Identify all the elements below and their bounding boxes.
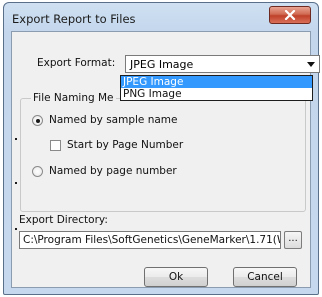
named-by-sample-radio[interactable]: [32, 115, 43, 126]
file-naming-legend: File Naming Me: [31, 92, 116, 104]
export-format-label: Export Format:: [37, 57, 116, 69]
export-format-value: JPEG Image: [130, 58, 194, 71]
named-by-page-label: Named by page number: [49, 165, 177, 177]
export-directory-value: C:\Program Files\SoftGenetics\GeneMarker…: [23, 234, 281, 246]
radio-selected-dot: [35, 118, 40, 123]
dropdown-option-png[interactable]: PNG Image: [121, 88, 312, 100]
edge-mark: [15, 182, 17, 184]
ok-button[interactable]: Ok: [144, 267, 208, 287]
title-bar[interactable]: Export Report to Files: [4, 3, 318, 31]
chevron-down-icon[interactable]: [304, 57, 318, 71]
close-icon: [284, 10, 296, 20]
export-format-select[interactable]: JPEG Image: [125, 55, 320, 73]
dialog-title: Export Report to Files: [12, 12, 136, 26]
start-by-page-checkbox[interactable]: [50, 140, 61, 151]
export-directory-label: Export Directory:: [19, 214, 108, 226]
cancel-button[interactable]: Cancel: [233, 267, 297, 287]
edge-mark: [15, 228, 17, 230]
named-by-page-radio[interactable]: [32, 166, 43, 177]
named-by-sample-label: Named by sample name: [49, 114, 178, 126]
close-button[interactable]: [269, 6, 311, 24]
browse-button[interactable]: ...: [284, 231, 302, 249]
edge-mark: [15, 138, 17, 140]
start-by-page-label: Start by Page Number: [67, 139, 184, 151]
export-format-dropdown-list: JPEG Image PNG Image: [120, 75, 313, 101]
dialog-body: Export Format: JPEG Image File Naming Me…: [11, 31, 320, 288]
export-directory-input[interactable]: C:\Program Files\SoftGenetics\GeneMarker…: [19, 231, 281, 249]
file-naming-group: File Naming Me Named by sample name Star…: [20, 92, 306, 212]
dropdown-option-jpeg[interactable]: JPEG Image: [121, 76, 312, 88]
export-report-dialog: Export Report to Files Export Format: JP…: [3, 2, 320, 295]
